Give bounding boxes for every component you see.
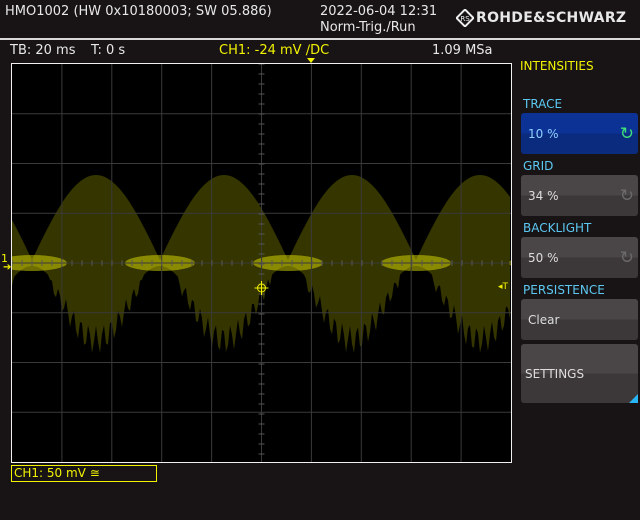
persistence-clear-button[interactable]: Clear <box>521 299 638 340</box>
trigger-level-label: T <box>502 282 509 292</box>
device-info: HMO1002 (HW 0x10180003; SW 05.886) <box>5 4 272 19</box>
trigger-info[interactable]: CH1: -24 mV ∕DC <box>219 43 329 58</box>
channel1-scale-box[interactable]: CH1: 50 mV ≅ <box>11 465 157 482</box>
trigger-state: Norm-Trig./Run <box>320 20 416 35</box>
submenu-corner-icon <box>629 394 638 403</box>
waveform-svg <box>12 64 511 462</box>
trigger-level-marker[interactable]: ◂T <box>498 282 508 292</box>
grid-intensity-button[interactable]: 34 % ↻ <box>521 175 638 216</box>
header-divider <box>0 38 640 40</box>
rotary-knob-icon: ↻ <box>619 247 634 268</box>
persistence-value: Clear <box>528 312 560 327</box>
rotary-knob-icon: ↻ <box>619 123 634 144</box>
menu-title: INTENSITIES <box>520 59 594 73</box>
backlight-label: BACKLIGHT <box>523 221 592 235</box>
timebase[interactable]: TB: 20 ms <box>10 43 75 58</box>
trace-value: 10 % <box>528 126 559 141</box>
trace-label: TRACE <box>523 97 563 111</box>
channel1-arrow-icon[interactable]: ➔ <box>3 262 11 273</box>
grid-value: 34 % <box>528 188 559 203</box>
rs-diamond-icon: RS <box>456 9 474 27</box>
svg-text:RS: RS <box>460 15 470 23</box>
settings-label: SETTINGS <box>525 366 585 381</box>
time-offset[interactable]: T: 0 s <box>91 43 125 58</box>
brand-name: ROHDE&SCHWARZ <box>476 10 627 26</box>
backlight-intensity-button[interactable]: 50 % ↻ <box>521 237 638 278</box>
settings-button[interactable]: SETTINGS <box>521 344 638 403</box>
backlight-value: 50 % <box>528 250 559 265</box>
rotary-knob-icon: ↻ <box>619 185 634 206</box>
grid-label: GRID <box>523 159 554 173</box>
datetime: 2022-06-04 12:31 <box>320 4 438 19</box>
sample-rate: 1.09 MSa <box>432 43 493 58</box>
persistence-label: PERSISTENCE <box>523 283 605 297</box>
trace-intensity-button[interactable]: 10 % ↻ <box>521 113 638 154</box>
waveform-display[interactable] <box>11 63 512 463</box>
brand-logo: RS ROHDE&SCHWARZ <box>456 9 626 27</box>
